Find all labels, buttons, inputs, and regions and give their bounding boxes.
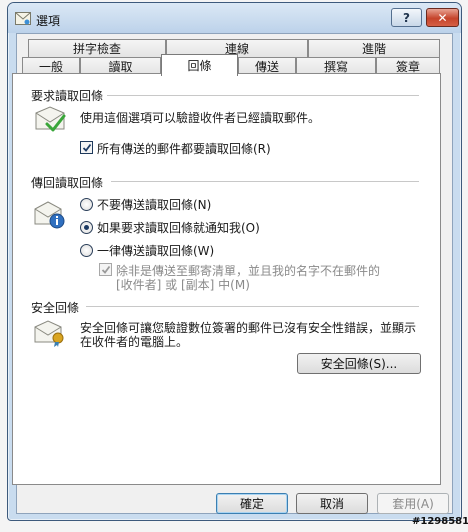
section-divider	[103, 95, 419, 96]
close-button[interactable]: ✕	[426, 8, 459, 27]
receipts-tab-page: 要求讀取回條 使用這個選項可以驗證收件者已經讀取郵件。 所有傳送的郵件都要讀取回…	[12, 73, 441, 485]
request-description: 使用這個選項可以驗證收件者已經讀取郵件。	[80, 111, 321, 125]
cancel-button[interactable]: 取消	[296, 493, 368, 514]
help-button[interactable]: ?	[391, 8, 422, 27]
secure-receipts-button[interactable]: 安全回條(S)...	[297, 353, 421, 374]
apply-button[interactable]: 套用(A)	[377, 493, 449, 514]
secure-receipts-heading: 安全回條	[31, 299, 84, 316]
window-title: 選項	[36, 14, 61, 28]
tab-receipts[interactable]: 回條	[161, 54, 238, 76]
mailing-list-exception-label-line2: [收件者] 或 [副本] 中(M)	[116, 278, 250, 292]
notify-me-label[interactable]: 如果要求讀取回條就通知我(O)	[97, 219, 260, 236]
section-divider	[86, 306, 419, 307]
close-icon: ✕	[437, 10, 448, 25]
envelope-seal-icon	[33, 319, 67, 350]
tab-spelling[interactable]: 拼字檢查	[28, 39, 166, 57]
app-envelope-icon	[15, 12, 31, 25]
request-all-label[interactable]: 所有傳送的郵件都要讀取回條(R)	[97, 140, 271, 157]
secure-description-line2: 在收件者的電腦上。	[80, 335, 189, 349]
always-send-radio[interactable]	[80, 244, 93, 257]
checkmark-icon	[82, 143, 91, 152]
checkmark-icon	[101, 265, 110, 274]
mailing-list-exception-checkbox[interactable]	[99, 263, 112, 276]
title-bar: 選項 ? ✕	[8, 3, 461, 33]
envelope-check-icon	[33, 105, 67, 136]
never-send-radio[interactable]	[80, 198, 93, 211]
return-receipts-heading: 傳回讀取回條	[31, 174, 108, 191]
always-send-label[interactable]: 一律傳送讀取回條(W)	[97, 242, 214, 259]
watermark-id: #1298581	[412, 516, 468, 527]
notify-me-radio[interactable]	[80, 221, 93, 234]
never-send-label[interactable]: 不要傳送讀取回條(N)	[97, 196, 211, 213]
section-divider	[111, 181, 419, 182]
ok-button[interactable]: 確定	[216, 493, 288, 514]
request-receipts-heading: 要求讀取回條	[31, 87, 108, 104]
tab-advanced[interactable]: 進階	[308, 39, 440, 57]
envelope-info-icon	[33, 200, 67, 233]
request-all-checkbox[interactable]	[80, 141, 93, 154]
